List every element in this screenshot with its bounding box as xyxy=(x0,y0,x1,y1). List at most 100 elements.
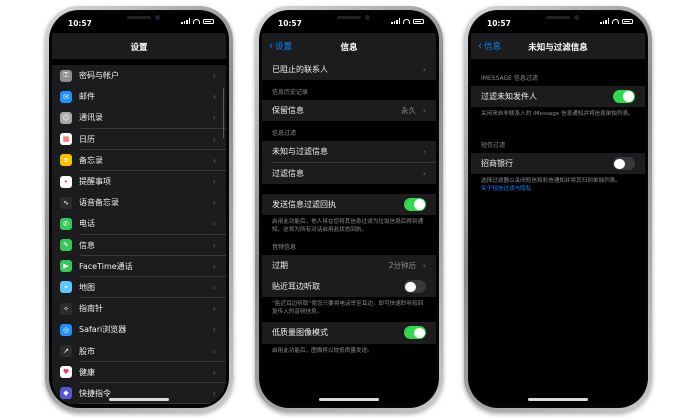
chevron-right-icon: › xyxy=(422,65,426,75)
unknown-filter-settings: IMESSAGE 信息过滤 过滤未知发件人 关闭来自非联系人的 iMessage… xyxy=(471,59,645,405)
compass-icon: ✧ xyxy=(60,302,72,315)
settings-item-label: 指南针 xyxy=(79,304,103,314)
chevron-right-icon: › xyxy=(422,147,426,157)
battery-icon xyxy=(622,18,633,24)
scroll-indicator xyxy=(222,88,224,138)
keep-messages-row[interactable]: 保留信息 永久 › xyxy=(262,100,436,122)
settings-item[interactable]: ⚿ 密码与帐户 › xyxy=(52,65,226,87)
chevron-right-icon: › xyxy=(212,92,216,102)
expire-value: 2分钟后 xyxy=(388,261,416,271)
wifi-icon xyxy=(403,18,410,24)
settings-item[interactable]: ⌖ 地图 › xyxy=(52,276,226,299)
section-footer: 关闭来自非联系人的 iMessage 信息通知并将信息单独列表。 xyxy=(481,111,634,118)
chevron-right-icon: › xyxy=(212,155,216,165)
phone-unknown-filter: 10:57 ‹ 信息 未知与过滤信息 IMESSAGE 信息过滤 过滤未知发件人… xyxy=(464,6,652,412)
settings-item-label: 股市 xyxy=(79,346,95,356)
nav-bar: 设置 xyxy=(52,33,226,59)
messages-settings: 已阻止的联系人 › 信息历史记录 保留信息 永久 › 信息过滤 未知与过滤信息 … xyxy=(262,59,436,405)
bank-filter-row: 招商银行 xyxy=(471,153,645,175)
settings-item[interactable]: ✎ 信息 › xyxy=(52,234,226,256)
contacts-icon: ☺ xyxy=(60,111,72,124)
settings-item[interactable]: • 提醒事项 › xyxy=(52,170,226,193)
chevron-right-icon: › xyxy=(422,106,426,116)
nav-bar: ‹ 信息 未知与过滤信息 xyxy=(471,33,645,59)
status-time: 10:57 xyxy=(278,19,302,28)
section-header: IMESSAGE 信息过滤 xyxy=(481,75,538,82)
facetime-icon: ▶ xyxy=(60,260,72,273)
settings-list: ⚿ 密码与帐户 › ✉ 邮件 › ☺ 通讯录 › ▦ 日历 › ≡ 备忘录 › • 提醒事项 › ∿ 语音备忘录 › ✆ 电… xyxy=(52,65,226,405)
filtered-messages-row[interactable]: 过滤信息 › xyxy=(262,162,436,184)
chevron-right-icon: › xyxy=(212,346,216,356)
settings-item-label: 邮件 xyxy=(79,92,95,102)
battery-icon xyxy=(413,18,424,24)
unknown-filter-row[interactable]: 未知与过滤信息 › xyxy=(262,141,436,163)
settings-item[interactable]: ♥ 健康 › xyxy=(52,361,226,383)
phone-settings: 10:57 设置 ⚿ 密码与帐户 › ✉ 邮件 › ☺ 通讯录 › ▦ 日历 › ≡ 备忘录 › • 提醒事项 ›… xyxy=(45,6,233,412)
status-time: 10:57 xyxy=(487,19,511,28)
page-title: 未知与过滤信息 xyxy=(528,43,588,53)
settings-item-label: 电话 xyxy=(79,219,95,229)
settings-item[interactable]: ↗ 股市 › xyxy=(52,340,226,362)
chevron-right-icon: › xyxy=(422,168,426,178)
health-icon: ♥ xyxy=(60,366,72,379)
home-indicator[interactable] xyxy=(528,398,588,401)
chevron-right-icon: › xyxy=(212,219,216,229)
chevron-right-icon: › xyxy=(212,113,216,123)
about-sms-filter-link[interactable]: 关于短信过滤与隐私 xyxy=(481,186,531,192)
settings-item-label: 提醒事项 xyxy=(79,177,111,187)
send-receipts-toggle[interactable] xyxy=(404,197,426,211)
signal-icon xyxy=(181,18,190,24)
chevron-right-icon: › xyxy=(212,261,216,271)
settings-item-label: 健康 xyxy=(79,367,95,377)
screen-settings: 10:57 设置 ⚿ 密码与帐户 › ✉ 邮件 › ☺ 通讯录 › ▦ 日历 › ≡ 备忘录 › • 提醒事项 ›… xyxy=(52,13,226,405)
settings-item-label: Safari浏览器 xyxy=(79,325,127,335)
chevron-right-icon: › xyxy=(212,240,216,250)
home-indicator[interactable] xyxy=(109,398,169,401)
section-footer: 启用此功能后，他人将在您将其信息过滤为垃圾信息后得到通知。这将为所有对话启用此状… xyxy=(272,218,424,233)
section-footer: 启用此功能后，图像将以较低质量发送。 xyxy=(272,347,373,354)
messages-icon: ✎ xyxy=(60,239,72,252)
key-icon: ⚿ xyxy=(60,69,72,82)
chevron-right-icon: › xyxy=(212,71,216,81)
chevron-right-icon: › xyxy=(212,325,216,335)
phone-messages: 10:57 ‹ 设置 信息 已阻止的联系人 › 信息历史记录 保留信息 永久 ›… xyxy=(255,6,443,412)
raise-to-listen-toggle[interactable] xyxy=(404,280,426,294)
settings-item-label: 语音备忘录 xyxy=(79,198,119,208)
section-header: 短信过滤 xyxy=(481,142,506,150)
battery-icon xyxy=(203,18,214,24)
settings-item[interactable]: ✆ 电话 › xyxy=(52,213,226,235)
raise-to-listen-row: 贴近耳边听取 xyxy=(262,276,436,298)
section-header: 音频信息 xyxy=(272,243,297,251)
chevron-right-icon: › xyxy=(212,304,216,314)
bank-filter-toggle[interactable] xyxy=(613,157,635,171)
expire-row[interactable]: 过期 2分钟后 › xyxy=(262,254,436,277)
home-indicator[interactable] xyxy=(319,398,379,401)
wifi-icon xyxy=(193,18,200,24)
page-title: 信息 xyxy=(340,43,358,53)
send-receipts-row: 发送信息过滤回执 xyxy=(262,193,436,215)
settings-item[interactable]: ≡ 备忘录 › xyxy=(52,149,226,171)
section-footer: “贴近耳边听取”使您只要将电话举至耳边，即可快速聆听和回复传入的音频信息。 xyxy=(272,301,424,316)
settings-item-label: 信息 xyxy=(79,240,95,250)
stocks-icon: ↗ xyxy=(60,345,72,358)
settings-item[interactable]: ∿ 语音备忘录 › xyxy=(52,192,226,214)
settings-item[interactable]: ▶ FaceTime通话 › xyxy=(52,255,226,277)
low-quality-row: 低质量图像模式 xyxy=(262,322,436,344)
chevron-right-icon: › xyxy=(212,198,216,208)
settings-item[interactable]: ▦ 日历 › xyxy=(52,128,226,150)
settings-item[interactable]: ✧ 指南针 › xyxy=(52,298,226,320)
chevron-right-icon: › xyxy=(422,261,426,271)
nav-bar: ‹ 设置 信息 xyxy=(262,33,436,59)
chevron-right-icon: › xyxy=(212,388,216,398)
chevron-right-icon: › xyxy=(212,282,216,292)
maps-icon: ⌖ xyxy=(60,281,72,294)
settings-item[interactable]: ◎ Safari浏览器 › xyxy=(52,319,226,341)
filter-unknown-toggle[interactable] xyxy=(613,90,635,104)
settings-item[interactable]: ✉ 邮件 › xyxy=(52,86,226,108)
low-quality-toggle[interactable] xyxy=(404,326,426,340)
chevron-right-icon: › xyxy=(212,134,216,144)
blocked-contacts-row[interactable]: 已阻止的联系人 › xyxy=(262,59,436,81)
page-title: 设置 xyxy=(130,43,148,53)
settings-item[interactable]: ☺ 通讯录 › xyxy=(52,107,226,129)
voice-memos-icon: ∿ xyxy=(60,196,72,209)
